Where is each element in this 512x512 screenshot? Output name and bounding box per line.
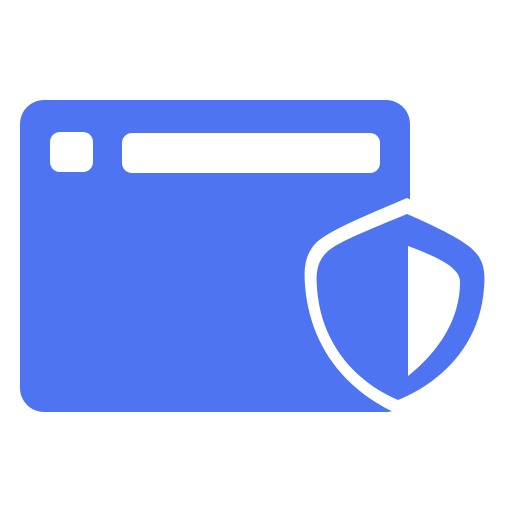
icon-svg (20, 100, 498, 414)
window-control-icon (50, 132, 93, 172)
secure-browser-window-icon (0, 0, 512, 512)
address-bar-icon (122, 133, 380, 173)
